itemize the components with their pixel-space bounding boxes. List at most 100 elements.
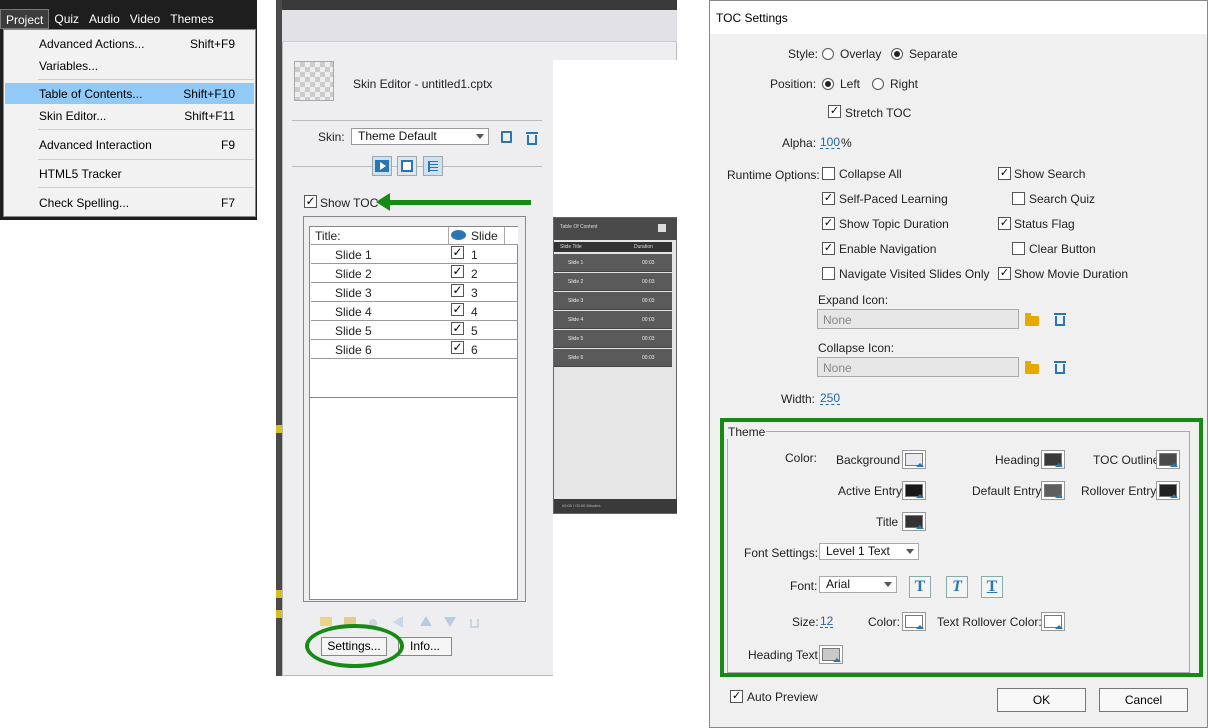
menu-audio[interactable]: Audio — [84, 9, 125, 29]
toc-row-title: Slide 3 — [335, 286, 372, 300]
cancel-button[interactable]: Cancel — [1099, 688, 1188, 712]
collapse-all-checkbox[interactable] — [822, 167, 835, 180]
preview-row: Slide 5 00:03 — [554, 330, 672, 348]
menu-separator — [38, 129, 254, 130]
menu-item-shortcut: Shift+F11 — [184, 108, 235, 123]
info-button[interactable]: Info... — [398, 637, 452, 656]
skin-editor-title: Skin Editor - untitled1.cptx — [353, 77, 493, 91]
trash-icon[interactable] — [1054, 313, 1066, 326]
position-right-radio[interactable] — [872, 78, 884, 90]
toc-row-visible-checkbox[interactable]: ✓ — [451, 246, 464, 259]
menu-item-variables[interactable]: Variables... — [5, 55, 254, 76]
menu-item-table-of-contents[interactable]: Table of Contents... Shift+F10 — [5, 83, 254, 104]
folder-icon[interactable] — [1025, 361, 1039, 374]
topic-duration-checkbox[interactable]: ✓ — [822, 217, 835, 230]
width-value[interactable]: 250 — [820, 392, 841, 405]
playback-tab-icon[interactable] — [372, 156, 392, 176]
menu-project[interactable]: Project — [0, 9, 50, 29]
expand-icon-label: Expand Icon: — [818, 293, 889, 307]
skin-select[interactable]: Theme Default — [351, 128, 489, 145]
delete-entry-icon[interactable] — [470, 619, 479, 628]
divider — [292, 166, 542, 167]
preview-row-duration: 00:03 — [642, 355, 655, 361]
alpha-unit: % — [841, 136, 852, 150]
toc-tab-icon[interactable] — [423, 156, 443, 176]
stretch-toc-checkbox[interactable]: ✓ — [828, 105, 841, 118]
toc-row[interactable]: Slide 1 ✓ 1 — [311, 245, 518, 264]
move-up-icon[interactable] — [420, 616, 432, 626]
auto-preview-label: Auto Preview — [747, 690, 818, 704]
status-flag-checkbox[interactable]: ✓ — [998, 217, 1011, 230]
preview-row-title: Slide 1 — [568, 260, 584, 266]
self-paced-checkbox[interactable]: ✓ — [822, 192, 835, 205]
preview-row-title: Slide 5 — [568, 336, 584, 342]
move-left-icon[interactable] — [393, 616, 403, 628]
folder-icon[interactable] — [1025, 313, 1039, 326]
toc-table-empty-area — [309, 398, 518, 600]
save-icon[interactable] — [501, 131, 512, 143]
menu-video[interactable]: Video — [125, 9, 165, 29]
preview-row-title: Slide 2 — [568, 279, 584, 285]
collapse-all-label: Collapse All — [839, 167, 902, 181]
clear-button-checkbox[interactable] — [1012, 242, 1025, 255]
movie-duration-label: Show Movie Duration — [1014, 267, 1129, 281]
toc-row-title: Slide 5 — [335, 324, 372, 338]
expand-icon-field[interactable]: None — [817, 309, 1019, 329]
menu-item-label: HTML5 Tracker — [39, 166, 122, 181]
toc-row[interactable]: Slide 4 ✓ 4 — [311, 302, 518, 321]
enable-navigation-checkbox[interactable]: ✓ — [822, 242, 835, 255]
style-overlay-radio[interactable] — [822, 48, 834, 60]
eye-icon — [451, 230, 466, 240]
ok-button[interactable]: OK — [997, 688, 1086, 712]
menu-item-label: Advanced Actions... — [39, 36, 145, 51]
borders-tab-icon[interactable] — [397, 156, 417, 176]
status-flag-label: Status Flag — [1014, 217, 1075, 231]
move-down-icon[interactable] — [444, 617, 456, 627]
toc-table-header: Title: Slide — [311, 227, 518, 245]
show-toc-checkbox[interactable]: ✓ — [304, 195, 317, 208]
position-left-label: Left — [840, 77, 861, 91]
toc-row[interactable]: Slide 2 ✓ 2 — [311, 264, 518, 283]
preview-row: Slide 3 00:03 — [554, 292, 672, 310]
menu-item-label: Advanced Interaction — [39, 137, 152, 152]
project-menu-panel: Project Quiz Audio Video Themes Advanced… — [0, 0, 257, 220]
menu-separator — [38, 159, 254, 160]
toc-row[interactable]: Slide 5 ✓ 5 — [311, 321, 518, 340]
style-separate-label: Separate — [909, 47, 958, 61]
preview-row: Slide 4 00:03 — [554, 311, 672, 329]
toc-row[interactable]: Slide 3 ✓ 3 — [311, 283, 518, 302]
menu-themes[interactable]: Themes — [165, 9, 218, 29]
preview-row-duration: 00:03 — [642, 298, 655, 304]
menu-item-skin-editor[interactable]: Skin Editor... Shift+F11 — [5, 105, 254, 126]
toc-row-visible-checkbox[interactable]: ✓ — [451, 265, 464, 278]
preview-row: Slide 6 00:03 — [554, 349, 672, 367]
menu-item-shortcut: Shift+F10 — [183, 86, 235, 101]
collapse-icon-field[interactable]: None — [817, 357, 1019, 377]
annotation-arrow-shaft — [388, 200, 531, 205]
movie-duration-checkbox[interactable]: ✓ — [998, 267, 1011, 280]
menu-quiz[interactable]: Quiz — [49, 9, 84, 29]
toc-row-visible-checkbox[interactable]: ✓ — [451, 284, 464, 297]
clear-button-label: Clear Button — [1029, 242, 1096, 256]
trash-icon[interactable] — [1054, 361, 1066, 374]
settings-highlight-ellipse — [305, 624, 404, 668]
navigate-visited-checkbox[interactable] — [822, 267, 835, 280]
menu-item-html5-tracker[interactable]: HTML5 Tracker — [5, 163, 254, 184]
menu-item-advanced-actions[interactable]: Advanced Actions... Shift+F9 — [5, 33, 254, 54]
auto-preview-checkbox[interactable]: ✓ — [730, 690, 743, 703]
preview-footer: 00:00 / 00:00 Minutes — [554, 499, 677, 513]
delete-skin-icon[interactable] — [526, 132, 538, 145]
toc-row[interactable]: Slide 6 ✓ 6 — [311, 340, 518, 359]
toc-row-visible-checkbox[interactable]: ✓ — [451, 322, 464, 335]
search-quiz-checkbox[interactable] — [1012, 192, 1025, 205]
position-left-radio[interactable] — [822, 78, 834, 90]
toc-row-visible-checkbox[interactable]: ✓ — [451, 341, 464, 354]
style-separate-radio[interactable] — [891, 48, 903, 60]
menu-item-label: Table of Contents... — [39, 86, 143, 101]
add-folder-icon[interactable] — [320, 617, 332, 626]
toc-row-visible-checkbox[interactable]: ✓ — [451, 303, 464, 316]
show-search-checkbox[interactable]: ✓ — [998, 167, 1011, 180]
menu-item-advanced-interaction[interactable]: Advanced Interaction F9 — [5, 134, 254, 155]
alpha-value[interactable]: 100 — [820, 136, 841, 149]
menu-item-check-spelling[interactable]: Check Spelling... F7 — [5, 192, 254, 213]
